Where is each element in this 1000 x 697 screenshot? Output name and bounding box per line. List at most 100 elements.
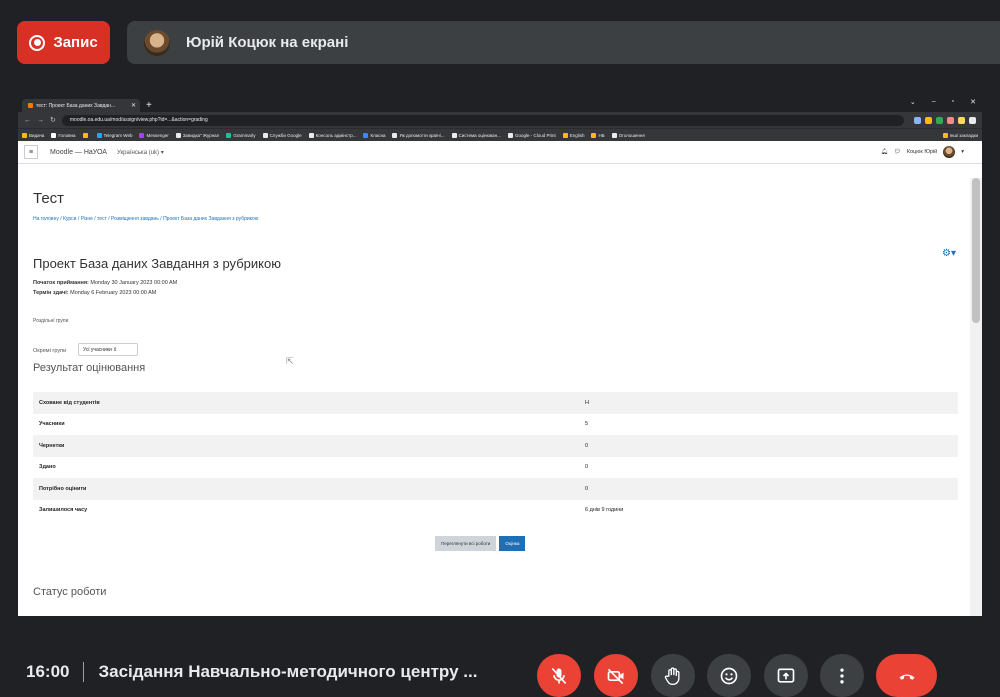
browser-toolbar: ← → ↻ moodle.oa.edu.ua/mod/assign/view.p… bbox=[18, 112, 982, 128]
grading-summary-title: Результат оцінювання bbox=[33, 362, 146, 374]
reload-icon[interactable]: ↻ bbox=[50, 116, 56, 124]
bookmark-item[interactable]: НБ bbox=[591, 132, 605, 138]
submission-status-title: Статус роботи bbox=[33, 586, 107, 598]
bookmark-item[interactable]: Служби Google bbox=[262, 132, 302, 138]
shared-screen: тест: Проект База даних Завдан... ✕ + ⌄ … bbox=[18, 96, 982, 616]
extension-icon[interactable] bbox=[936, 116, 943, 124]
mouse-cursor-icon: ⇱ bbox=[286, 356, 294, 366]
minimize-icon[interactable]: – bbox=[932, 98, 936, 106]
presenter-banner: Юрій Коцюк на екрані bbox=[127, 21, 1000, 64]
camera-off-button[interactable] bbox=[594, 654, 638, 697]
bell-icon[interactable]: 🔔︎ bbox=[881, 149, 888, 155]
chevron-down-icon[interactable]: ⌄ bbox=[910, 98, 916, 106]
bookmark-item[interactable]: Як допомогти країні... bbox=[392, 132, 445, 138]
scroll-thumb[interactable] bbox=[972, 178, 980, 323]
record-button[interactable]: Запис bbox=[17, 21, 110, 64]
bookmark-item[interactable]: Консоль адмінстр... bbox=[308, 132, 356, 138]
bookmark-item[interactable]: Головна bbox=[51, 132, 76, 138]
maximize-icon[interactable]: ▫ bbox=[952, 98, 954, 106]
close-tab-icon[interactable]: ✕ bbox=[131, 102, 136, 109]
record-label: Запис bbox=[53, 34, 98, 51]
hand-icon bbox=[664, 666, 680, 685]
grading-buttons: Переглянути всі роботи Оцінка bbox=[435, 536, 526, 551]
meeting-time: 16:00 bbox=[26, 662, 70, 681]
chevron-down-icon[interactable]: ▾ bbox=[961, 149, 964, 155]
microphone-off-button[interactable] bbox=[537, 654, 581, 697]
browser-tab-title: тест: Проект База даних Завдан... bbox=[36, 102, 116, 109]
bookmark-item[interactable]: Система оцінюван... bbox=[451, 132, 501, 138]
close-window-icon[interactable]: ✕ bbox=[970, 98, 976, 106]
bookmark-item[interactable]: English bbox=[562, 132, 584, 138]
bookmarks-bar: Видача Головна Telegram Web Messenger За… bbox=[18, 128, 982, 141]
bookmark-item[interactable]: Класна bbox=[363, 132, 385, 138]
bookmark-item[interactable]: Grammarly bbox=[226, 132, 256, 138]
more-vert-icon bbox=[840, 668, 844, 683]
page-scrollbar[interactable] bbox=[970, 178, 982, 616]
group-select[interactable]: Усі учасники ⇕ bbox=[78, 343, 138, 356]
view-all-submissions-button[interactable]: Переглянути всі роботи bbox=[435, 536, 497, 551]
meeting-info: 16:00 Засідання Навчально-методичного це… bbox=[26, 662, 477, 682]
user-menu-area: 🔔︎ 💬︎ Коцюк Юрій ▾ bbox=[881, 146, 964, 158]
page-content: Тест На головну / Курси / Різне / тест /… bbox=[18, 178, 970, 616]
forward-icon[interactable]: → bbox=[37, 117, 44, 124]
moodle-navbar: ≡ Moodle — НаУОА Українська (uk) ▾ 🔔︎ 💬︎… bbox=[18, 141, 982, 164]
meet-bottom-bar: 16:00 Засідання Навчально-методичного це… bbox=[0, 632, 1000, 697]
bookmark-item[interactable] bbox=[82, 132, 90, 138]
new-tab-icon[interactable]: + bbox=[146, 100, 152, 111]
bookmark-item[interactable]: Messenger bbox=[139, 132, 169, 138]
present-icon bbox=[777, 668, 795, 683]
leave-call-button[interactable] bbox=[876, 654, 937, 697]
site-name[interactable]: Moodle — НаУОА bbox=[50, 149, 107, 156]
table-row: Сховане від студентів Н bbox=[33, 392, 958, 414]
extension-icons bbox=[914, 116, 976, 124]
url-text: moodle.oa.edu.ua/mod/assign/view.php?id=… bbox=[69, 117, 208, 123]
table-row: Чернетки 0 bbox=[33, 435, 958, 457]
extension-icon[interactable] bbox=[925, 116, 932, 124]
table-row: Потрібно оцінити 0 bbox=[33, 478, 958, 500]
more-options-button[interactable] bbox=[820, 654, 864, 697]
meeting-title[interactable]: Засідання Навчально-методичного центру .… bbox=[98, 662, 477, 682]
bookmark-item[interactable]: Telegram Web bbox=[96, 132, 132, 138]
start-date: Початок приймання: Monday 30 January 202… bbox=[33, 280, 178, 286]
user-name[interactable]: Коцюк Юрій bbox=[907, 149, 937, 155]
smiley-icon bbox=[720, 667, 738, 684]
table-row: Здано 0 bbox=[39, 464, 589, 471]
user-avatar[interactable] bbox=[943, 146, 956, 158]
back-icon[interactable]: ← bbox=[24, 117, 31, 124]
browser-tab-strip: тест: Проект База даних Завдан... ✕ + ⌄ … bbox=[18, 96, 982, 112]
bookmark-item[interactable]: Google - Cloud Print bbox=[507, 132, 556, 138]
browser-tab[interactable]: тест: Проект База даних Завдан... ✕ bbox=[22, 99, 140, 112]
table-row: Учасники 5 bbox=[39, 421, 589, 428]
bookmark-item[interactable]: Видача bbox=[22, 132, 44, 138]
course-title: Тест bbox=[33, 190, 65, 207]
grade-button[interactable]: Оцінка bbox=[499, 536, 526, 551]
table-row: Залишилося часу 6 днів 9 години bbox=[39, 507, 624, 514]
presenter-name: Юрій Коцюк на екрані bbox=[186, 34, 349, 51]
meet-top-bar: Запис Юрій Коцюк на екрані bbox=[0, 0, 1000, 90]
presenter-avatar bbox=[144, 29, 170, 56]
record-icon bbox=[29, 34, 46, 51]
extension-icon[interactable] bbox=[958, 116, 965, 124]
mic-off-icon bbox=[551, 667, 567, 684]
chat-icon[interactable]: 💬︎ bbox=[894, 149, 901, 155]
breadcrumb[interactable]: На головну / Курси / Різне / тест / Розм… bbox=[33, 216, 258, 222]
extension-icon[interactable] bbox=[914, 116, 921, 124]
menu-icon[interactable]: ≡ bbox=[24, 145, 38, 159]
language-menu[interactable]: Українська (uk) ▾ bbox=[117, 149, 164, 156]
present-screen-button[interactable] bbox=[764, 654, 808, 697]
grading-summary-table: Сховане від студентів Н Учасники 5 Чернетк… bbox=[33, 392, 958, 521]
moodle-favicon-icon bbox=[28, 103, 33, 108]
raise-hand-button[interactable] bbox=[651, 654, 695, 697]
reactions-button[interactable] bbox=[707, 654, 751, 697]
extension-icon[interactable] bbox=[947, 116, 954, 124]
extension-icon[interactable] bbox=[969, 116, 976, 124]
gear-icon[interactable]: ⚙▾ bbox=[942, 248, 956, 259]
bookmark-item[interactable]: Завидка" Журнал bbox=[175, 132, 219, 138]
hang-up-icon bbox=[899, 674, 914, 680]
bookmark-item[interactable]: Оголошення bbox=[611, 132, 645, 138]
due-date: Термін здачі: Monday 6 February 2023 00:… bbox=[33, 290, 157, 296]
address-bar[interactable]: moodle.oa.edu.ua/mod/assign/view.php?id=… bbox=[61, 114, 904, 126]
bookmark-item[interactable]: Інші закладки bbox=[942, 132, 978, 138]
assignment-title: Проект База даних Завдання з рубрикою bbox=[33, 256, 281, 271]
divider bbox=[83, 662, 85, 682]
